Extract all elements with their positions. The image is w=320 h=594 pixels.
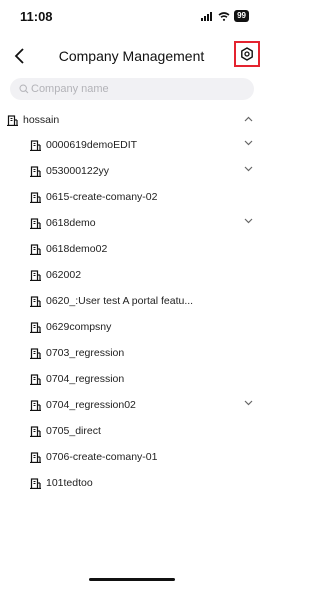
search-icon bbox=[19, 84, 29, 94]
building-icon bbox=[30, 269, 41, 281]
tree-root-label: hossain bbox=[23, 114, 60, 126]
building-icon bbox=[30, 191, 41, 203]
tree-item[interactable]: 0703_regression bbox=[0, 340, 263, 366]
tree-item[interactable]: 0629compsny bbox=[0, 314, 263, 340]
nav-bar: Company Management bbox=[0, 38, 263, 74]
chevron-down-icon[interactable] bbox=[244, 140, 253, 146]
tree-item-label: 0706-create-comany-01 bbox=[46, 451, 158, 463]
settings-button[interactable] bbox=[234, 41, 260, 67]
building-icon bbox=[7, 114, 18, 126]
tree-item-label: 0703_regression bbox=[46, 347, 125, 359]
tree-item-label: 0000619demoEDIT bbox=[46, 139, 138, 151]
status-indicators: 99 bbox=[201, 10, 249, 22]
chevron-down-icon[interactable] bbox=[244, 400, 253, 406]
tree-item[interactable]: 0704_regression02 bbox=[0, 392, 263, 418]
tree-root-row[interactable]: hossain bbox=[0, 108, 263, 132]
tree-item-label: 0618demo02 bbox=[46, 243, 108, 255]
building-icon bbox=[30, 373, 41, 385]
tree-item[interactable]: 0615-create-comany-02 bbox=[0, 184, 263, 210]
building-icon bbox=[30, 347, 41, 359]
building-icon bbox=[30, 217, 41, 229]
tree-item[interactable]: 0706-create-comany-01 bbox=[0, 444, 263, 470]
building-icon bbox=[30, 243, 41, 255]
wifi-icon bbox=[218, 11, 230, 21]
battery-badge: 99 bbox=[234, 10, 249, 22]
tree-item[interactable]: 0000619demoEDIT bbox=[0, 132, 263, 158]
tree-item-label: 0704_regression bbox=[46, 373, 125, 385]
building-icon bbox=[30, 139, 41, 151]
tree-item[interactable]: 0704_regression bbox=[0, 366, 263, 392]
search-input[interactable] bbox=[31, 83, 231, 95]
home-indicator bbox=[89, 578, 175, 581]
tree-item-label: 0704_regression02 bbox=[46, 399, 136, 411]
tree-item[interactable]: 0618demo bbox=[0, 210, 263, 236]
tree-item-label: 101tedtoo bbox=[46, 477, 93, 489]
tree-item[interactable]: 101tedtoo bbox=[0, 470, 263, 496]
building-icon bbox=[30, 425, 41, 437]
company-tree: hossain 0000619demoEDIT 053000122yy 0615-c… bbox=[0, 108, 263, 496]
tree-item[interactable]: 0705_direct bbox=[0, 418, 263, 444]
tree-item-label: 0620_:User test A portal featu... bbox=[46, 295, 194, 307]
signal-icon bbox=[201, 11, 213, 21]
tree-item[interactable]: 0620_:User test A portal featu... bbox=[0, 288, 263, 314]
building-icon bbox=[30, 295, 41, 307]
building-icon bbox=[30, 477, 41, 489]
status-time: 11:08 bbox=[20, 9, 53, 24]
chevron-down-icon[interactable] bbox=[244, 218, 253, 224]
hexagon-settings-icon bbox=[241, 47, 253, 61]
tree-item[interactable]: 062002 bbox=[0, 262, 263, 288]
search-box bbox=[10, 78, 254, 100]
tree-item-label: 0618demo bbox=[46, 217, 96, 229]
tree-item[interactable]: 0618demo02 bbox=[0, 236, 263, 262]
tree-item-label: 062002 bbox=[46, 269, 82, 281]
tree-item[interactable]: 053000122yy bbox=[0, 158, 263, 184]
building-icon bbox=[30, 399, 41, 411]
tree-item-label: 053000122yy bbox=[46, 165, 110, 177]
building-icon bbox=[30, 165, 41, 177]
building-icon bbox=[30, 321, 41, 333]
chevron-up-icon[interactable] bbox=[244, 116, 253, 122]
tree-item-label: 0705_direct bbox=[46, 425, 101, 437]
tree-item-label: 0615-create-comany-02 bbox=[46, 191, 158, 203]
page-title: Company Management bbox=[58, 48, 205, 64]
tree-children: 0000619demoEDIT 053000122yy 0615-create-co… bbox=[0, 132, 263, 496]
building-icon bbox=[30, 451, 41, 463]
status-bar: 11:08 99 bbox=[0, 0, 263, 30]
tree-item-label: 0629compsny bbox=[46, 321, 112, 333]
chevron-down-icon[interactable] bbox=[244, 166, 253, 172]
